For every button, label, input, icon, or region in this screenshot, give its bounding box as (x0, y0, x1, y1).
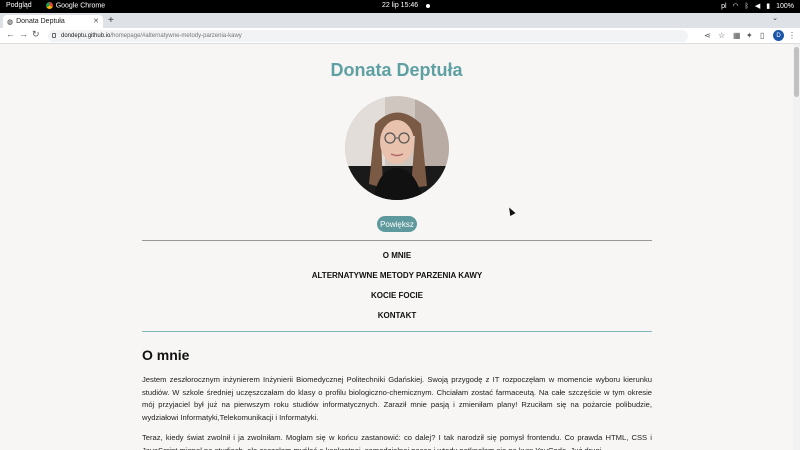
active-app-label[interactable]: Google Chrome (45, 2, 105, 9)
divider-bottom (142, 331, 652, 332)
about-paragraph-2: Teraz, kiedy świat zwolnił i ja zwolniła… (142, 433, 652, 450)
sidepanel-icon[interactable]: ▯ (760, 31, 764, 40)
page-scrollbar[interactable] (793, 44, 800, 450)
forward-icon[interactable]: → (19, 29, 28, 39)
web-page: Donata Deptuła Powiększ O MNIE ALTERNATY… (0, 45, 793, 450)
nav-link-o-mnie[interactable]: O MNIE (142, 251, 652, 260)
page-title: Donata Deptuła (330, 60, 463, 80)
profile-photo (345, 96, 449, 200)
nav-link-cat-photos[interactable]: KOCIE FOCIE (142, 291, 652, 300)
nav-link-coffee-methods[interactable]: ALTERNATYWNE METODY PARZENIA KAWY (142, 271, 652, 280)
clock[interactable]: 22 lip 15:46 (382, 2, 418, 9)
system-top-bar: Podgląd Google Chrome 22 lip 15:46 pl ◠ … (0, 0, 800, 13)
reload-icon[interactable]: ↻ (32, 29, 40, 40)
tab-title: Donata Deptuła (16, 18, 65, 25)
profile-avatar[interactable]: D (773, 30, 784, 41)
notification-dot (426, 3, 431, 8)
puzzle-icon[interactable]: ✦ (746, 31, 753, 40)
nav-link-contact[interactable]: KONTAKT (142, 311, 652, 320)
battery-icon[interactable]: ▮ (766, 2, 770, 10)
globe-icon: ◍ (7, 18, 14, 26)
keyboard-layout[interactable]: pl (721, 3, 726, 10)
chrome-icon (45, 2, 53, 9)
extension-icon[interactable]: ▦ (733, 31, 741, 40)
lock-icon[interactable] (52, 33, 56, 38)
divider-top (142, 240, 652, 241)
new-tab-button[interactable]: + (108, 13, 114, 28)
url-path: /homepage/#alternatywne-metody-parzenia-… (110, 33, 242, 39)
browser-toolbar: ← → ↻ dondeptu.github.io/homepage/#alter… (0, 28, 800, 44)
section-heading: O mnie (142, 347, 190, 363)
bluetooth-icon[interactable]: ᛒ (745, 3, 749, 10)
url-host: dondeptu.github.io (61, 33, 111, 39)
app-menu-label[interactable]: Podgląd (6, 2, 32, 9)
browser-tab[interactable]: ◍ Donata Deptuła ✕ (3, 15, 103, 28)
wifi-icon[interactable]: ◠ (733, 2, 739, 10)
tab-search-icon[interactable]: ⌄ (772, 14, 778, 22)
bookmark-star-icon[interactable]: ☆ (718, 31, 725, 40)
volume-icon[interactable]: ◀ (755, 2, 760, 10)
menu-icon[interactable]: ⋮ (788, 31, 796, 40)
address-bar[interactable]: dondeptu.github.io/homepage/#alternatywn… (48, 30, 688, 42)
share-icon[interactable]: ⋖ (704, 31, 711, 40)
zoom-button[interactable]: Powiększ (377, 216, 417, 232)
about-paragraph-1: Jestem zeszłorocznym inżynierem Inżynier… (142, 375, 652, 422)
back-icon[interactable]: ← (6, 29, 15, 39)
tab-strip: ◍ Donata Deptuła ✕ (0, 13, 800, 28)
scrollbar-thumb[interactable] (794, 47, 799, 97)
close-tab-icon[interactable]: ✕ (93, 17, 99, 25)
battery-level: 100% (776, 2, 794, 10)
